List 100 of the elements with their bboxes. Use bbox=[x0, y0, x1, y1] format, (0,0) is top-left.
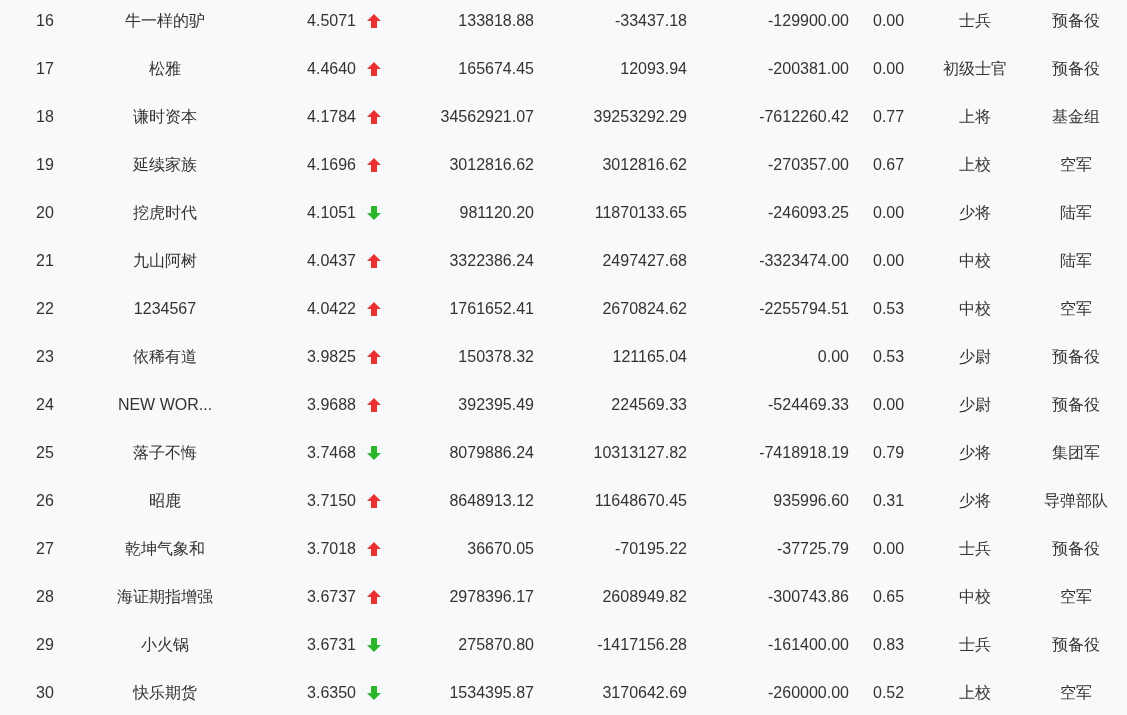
table-cell-text: 8648913.12 bbox=[449, 491, 534, 511]
table-cell-text: 0.00 bbox=[873, 395, 905, 415]
table-cell-text: 九山阿树 bbox=[133, 251, 197, 271]
table-cell-text: -300743.86 bbox=[768, 587, 849, 607]
table-cell-text: 少将 bbox=[959, 443, 991, 463]
table-cell-text: -200381.00 bbox=[768, 59, 849, 79]
table-cell-text: 依稀有道 bbox=[133, 347, 197, 367]
table-cell-text: 0.83 bbox=[873, 635, 905, 655]
table-cell-text: 24 bbox=[36, 395, 54, 415]
table-cell-text: 0.77 bbox=[873, 107, 905, 127]
table-cell-text: 22 bbox=[36, 299, 54, 319]
table-cell-text: 0.00 bbox=[873, 11, 905, 31]
table-cell-text: 27 bbox=[36, 539, 54, 559]
table-cell-text: 谦时资本 bbox=[133, 107, 197, 127]
table-cell-text: -33437.18 bbox=[614, 11, 687, 31]
table-cell-text: 4.4640 bbox=[307, 59, 356, 79]
table-cell-text: 1234567 bbox=[133, 299, 197, 319]
table-cell-text: 150378.32 bbox=[458, 347, 534, 367]
table-cell-text: 上将 bbox=[959, 107, 991, 127]
table-cell-text: 陆军 bbox=[1060, 251, 1092, 271]
table-cell-text: 23 bbox=[36, 347, 54, 367]
table-cell-text: 空军 bbox=[1060, 683, 1092, 703]
table-cell-text: -129900.00 bbox=[768, 11, 849, 31]
table-cell-text: 26 bbox=[36, 491, 54, 511]
table-cell-text: 0.00 bbox=[873, 251, 905, 271]
table-cell-text: -260000.00 bbox=[768, 683, 849, 703]
table-cell-text: 中校 bbox=[959, 299, 991, 319]
table-cell-text: 3.7150 bbox=[307, 491, 356, 511]
table-cell-text: 28 bbox=[36, 587, 54, 607]
table-cell-text: 上校 bbox=[959, 683, 991, 703]
table-cell-text: 延续家族 bbox=[133, 155, 197, 175]
table-cell-text: 20 bbox=[36, 203, 54, 223]
table-cell-text: 165674.45 bbox=[458, 59, 534, 79]
table-cell-text: 少尉 bbox=[959, 395, 991, 415]
table-cell-text: 上校 bbox=[959, 155, 991, 175]
table-cell-text: 3.7468 bbox=[307, 443, 356, 463]
table-cell-text: -7612260.42 bbox=[759, 107, 849, 127]
table-cell-text: 0.67 bbox=[873, 155, 905, 175]
table-cell-text: 空军 bbox=[1060, 587, 1092, 607]
table-cell-text: 中校 bbox=[959, 251, 991, 271]
table-cell-text: 空军 bbox=[1060, 155, 1092, 175]
table-cell-text: 3012816.62 bbox=[602, 155, 687, 175]
table-cell-text: 0.31 bbox=[873, 491, 905, 511]
table-cell-text: 3.7018 bbox=[307, 539, 356, 559]
table-cell-text: 935996.60 bbox=[773, 491, 849, 511]
table-cell-text: -270357.00 bbox=[768, 155, 849, 175]
table-cell-text: 34562921.07 bbox=[440, 107, 534, 127]
table-cell-text: -3323474.00 bbox=[759, 251, 849, 271]
table-cell-text: 30 bbox=[36, 683, 54, 703]
table-cell-text: 11648670.45 bbox=[594, 491, 687, 511]
table-cell-text: 少将 bbox=[959, 203, 991, 223]
table-cell-text: 36670.05 bbox=[467, 539, 534, 559]
table-cell-text: 29 bbox=[36, 635, 54, 655]
table-cell-text: 21 bbox=[36, 251, 54, 271]
table-cell-text: 4.5071 bbox=[307, 11, 356, 31]
table-cell-text: 0.52 bbox=[873, 683, 905, 703]
table-cell-text: 17 bbox=[36, 59, 54, 79]
table-cell-text: 预备役 bbox=[1052, 347, 1100, 367]
table-cell-text: 少将 bbox=[959, 491, 991, 511]
table-cell-text: 3170642.69 bbox=[602, 683, 687, 703]
table-cell-text: 空军 bbox=[1060, 299, 1092, 319]
table-cell-text: 4.1784 bbox=[307, 107, 356, 127]
table-cell-text: 少尉 bbox=[959, 347, 991, 367]
table-cell-text: 0.00 bbox=[873, 203, 905, 223]
table-cell-text: 39253292.29 bbox=[593, 107, 687, 127]
table-cell-text: 392395.49 bbox=[458, 395, 534, 415]
table-cell-text: 0.00 bbox=[873, 59, 905, 79]
table-cell-text: 挖虎时代 bbox=[133, 203, 197, 223]
table-cell-text: 0.00 bbox=[817, 347, 849, 367]
table-cell-text: 导弹部队 bbox=[1044, 491, 1108, 511]
table-cell-text: 3.6350 bbox=[307, 683, 356, 703]
table-cell-text: 2670824.62 bbox=[602, 299, 687, 319]
table-cell-text: 中校 bbox=[959, 587, 991, 607]
table-cell-text: 0.53 bbox=[873, 299, 905, 319]
table-cell-text: 25 bbox=[36, 443, 54, 463]
table-cell-text: 预备役 bbox=[1052, 59, 1100, 79]
table-cell-text: 0.00 bbox=[873, 539, 905, 559]
table-cell-text: 275870.80 bbox=[458, 635, 534, 655]
table-cell-text: 基金组 bbox=[1052, 107, 1100, 127]
table-cell-text: 3.6731 bbox=[307, 635, 356, 655]
table-cell-text: -1417156.28 bbox=[597, 635, 687, 655]
table-cell-text: 4.1696 bbox=[307, 155, 356, 175]
table-cell-text: 初级士官 bbox=[943, 59, 1007, 79]
table-cell-text: -246093.25 bbox=[768, 203, 849, 223]
table-cell-text: NEW WOR... bbox=[117, 395, 213, 415]
table-cell-text: 1534395.87 bbox=[449, 683, 534, 703]
table-cell-text: 预备役 bbox=[1052, 11, 1100, 31]
table-cell-text: 3322386.24 bbox=[449, 251, 534, 271]
table-cell-text: 10313127.82 bbox=[593, 443, 687, 463]
table-cell-text: 牛一样的驴 bbox=[125, 11, 205, 31]
table-cell-text: 11870133.65 bbox=[594, 203, 687, 223]
table-cell-text: 预备役 bbox=[1052, 395, 1100, 415]
table-cell-text: -2255794.51 bbox=[759, 299, 849, 319]
table-cell-text: 0.79 bbox=[873, 443, 905, 463]
table-cell-text: 2608949.82 bbox=[602, 587, 687, 607]
table-cell-text: 落子不悔 bbox=[133, 443, 197, 463]
table-cell-text: -524469.33 bbox=[768, 395, 849, 415]
table-cell-text: 981120.20 bbox=[459, 203, 534, 223]
table-cell-text: 4.0422 bbox=[307, 299, 356, 319]
table-cell-text: 士兵 bbox=[959, 539, 991, 559]
